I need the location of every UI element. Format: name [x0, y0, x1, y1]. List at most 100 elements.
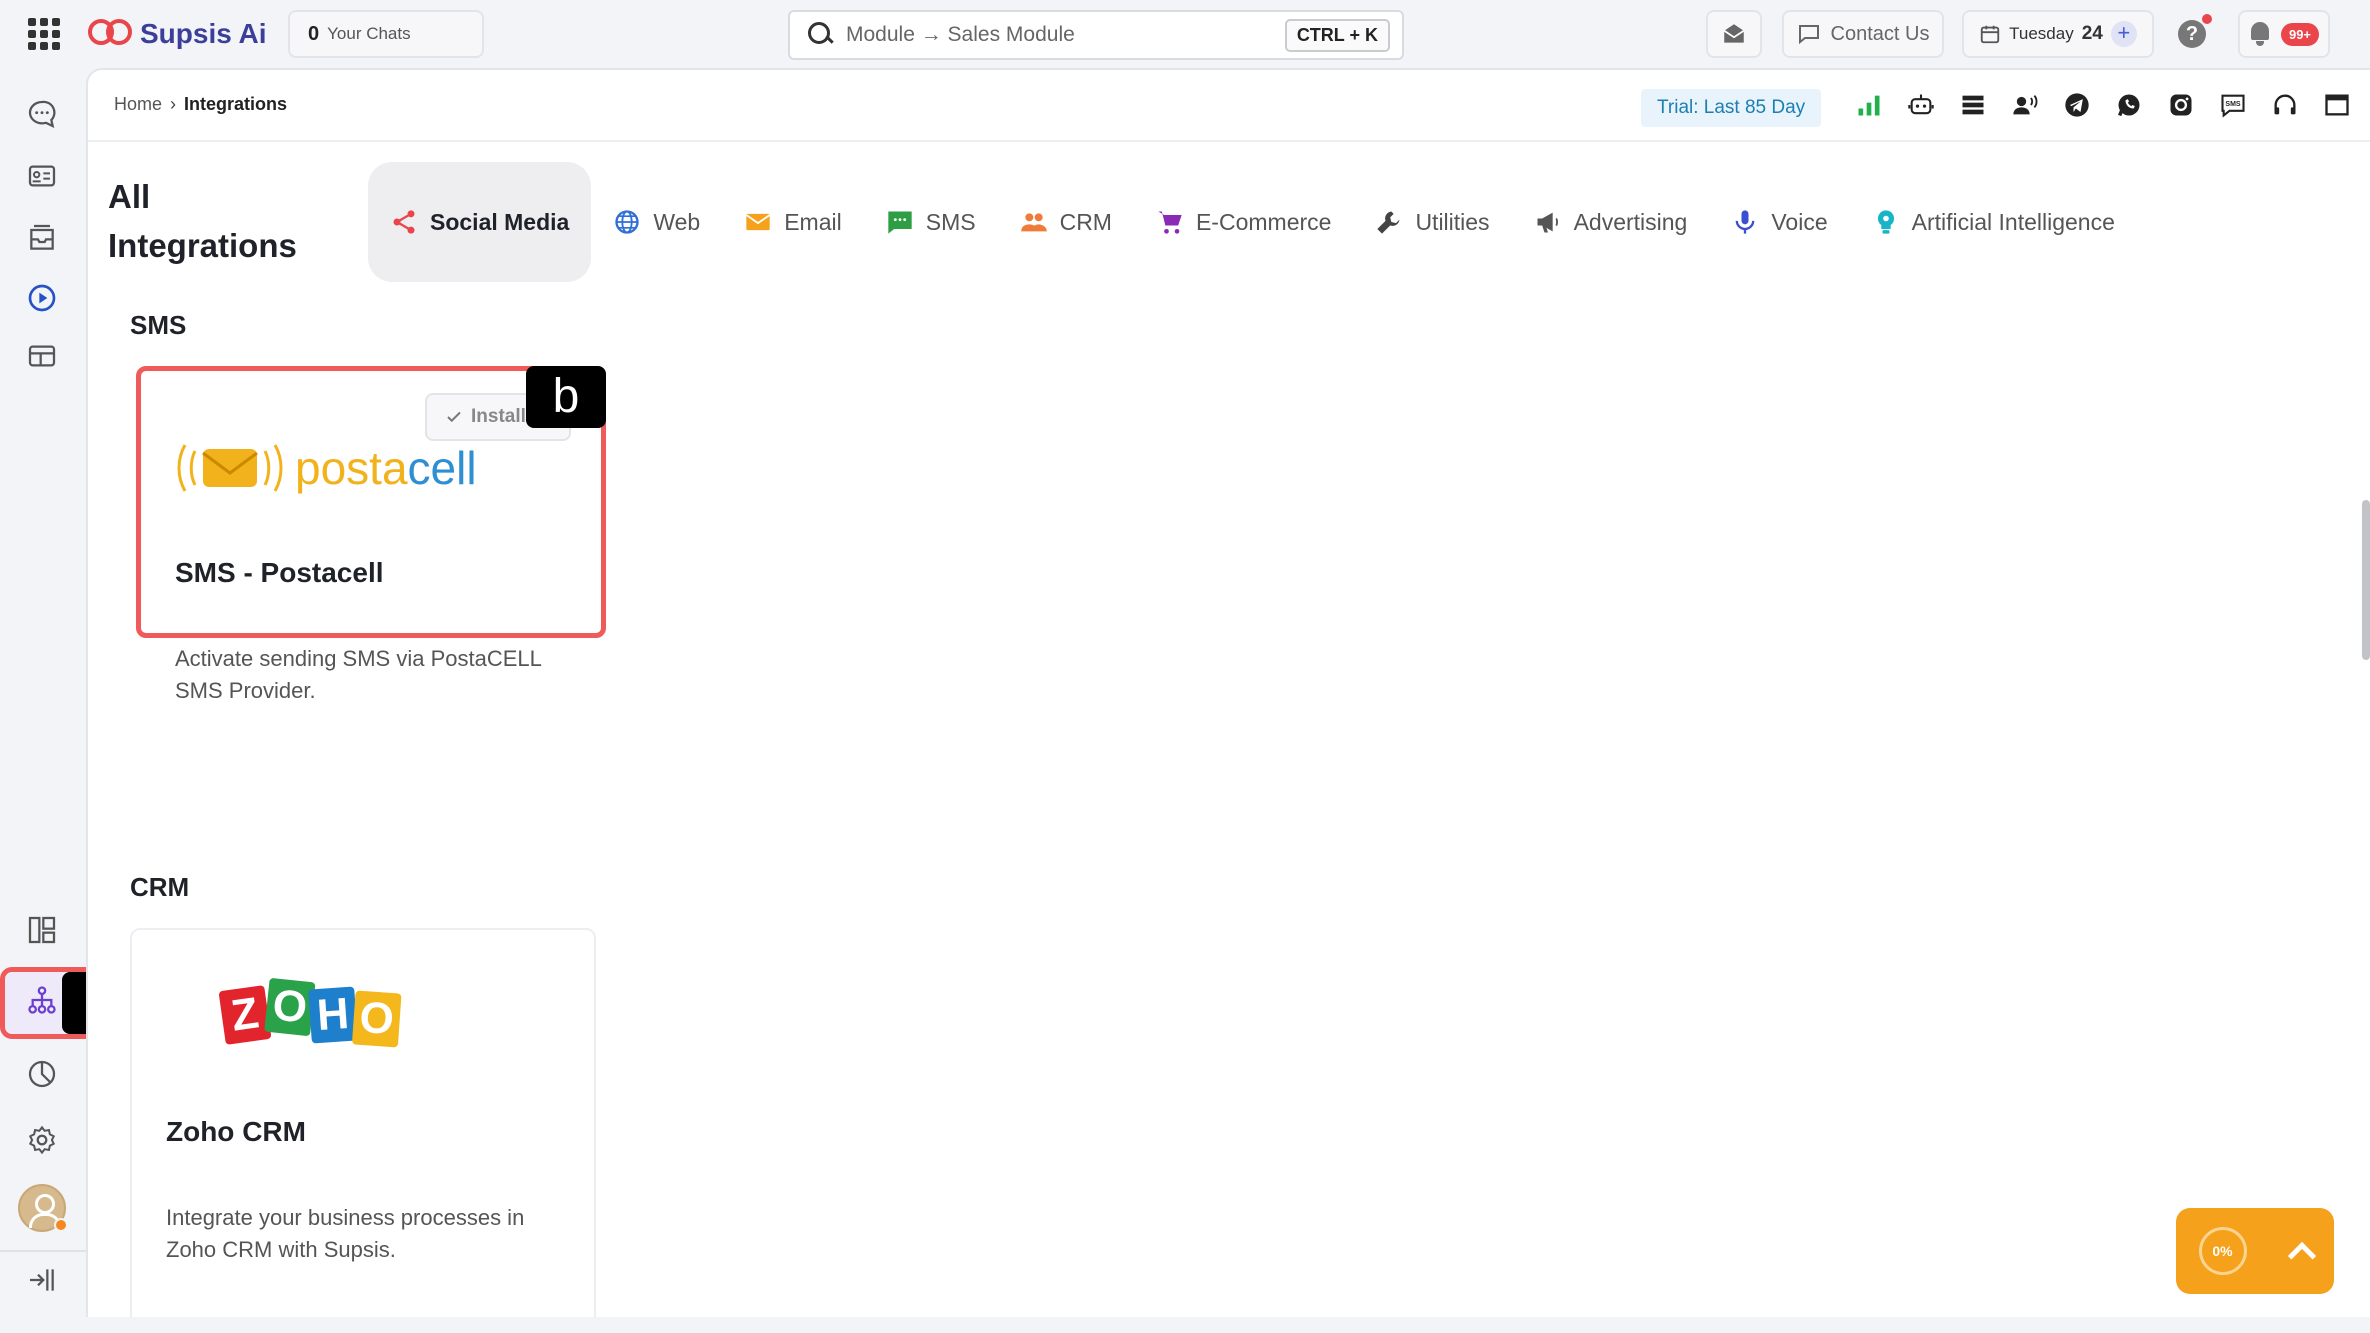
- your-chats-button[interactable]: 0 Your Chats: [288, 10, 484, 58]
- mail-button[interactable]: [1706, 10, 1762, 58]
- tab-utilities[interactable]: Utilities: [1353, 162, 1511, 282]
- wrench-icon: [1377, 211, 1400, 234]
- zoho-letter: O: [264, 977, 316, 1037]
- sidebar-chats-icon[interactable]: [22, 94, 62, 134]
- contact-us-button[interactable]: Contact Us: [1782, 10, 1944, 58]
- envelope-icon: [746, 213, 771, 231]
- calendar-icon: [1980, 25, 2000, 44]
- chevron-up-icon[interactable]: [2287, 1241, 2316, 1271]
- instagram-icon[interactable]: [2166, 90, 2196, 120]
- tab-email[interactable]: Email: [722, 162, 864, 282]
- tab-label: Artificial Intelligence: [1911, 208, 2115, 235]
- left-sidebar: a: [0, 68, 142, 1333]
- telegram-icon[interactable]: [2062, 90, 2092, 120]
- card-description: Integrate your business processes in Zoh…: [166, 1205, 525, 1262]
- module-search[interactable]: CTRL + K: [788, 10, 1404, 60]
- contact-us-label: Contact Us: [1830, 22, 1930, 45]
- date-day: Tuesday: [2009, 24, 2074, 43]
- window-icon[interactable]: [2322, 90, 2352, 120]
- megaphone-icon: [1537, 212, 1558, 233]
- brand-mark-icon: [88, 17, 134, 51]
- brand-logo[interactable]: Supsis Ai: [88, 14, 267, 54]
- notifications-button[interactable]: 99+: [2238, 10, 2330, 58]
- sidebar-reports-icon[interactable]: [22, 1054, 62, 1094]
- postacell-logo: postacell: [175, 435, 477, 501]
- tab-sms[interactable]: SMS: [864, 162, 998, 282]
- category-tabs: Social Media Web Email SMS CRM E-Commerc…: [368, 162, 2137, 282]
- breadcrumb-current: Integrations: [184, 94, 288, 114]
- ai-bulb-icon: [1877, 210, 1894, 234]
- tab-advertising[interactable]: Advertising: [1512, 162, 1710, 282]
- tab-voice[interactable]: Voice: [1709, 162, 1849, 282]
- tab-label: Web: [653, 208, 701, 235]
- postacell-logo-word-1: posta: [295, 442, 408, 494]
- card-title: SMS - Postacell: [175, 557, 384, 588]
- tab-e-commerce[interactable]: E-Commerce: [1134, 162, 1353, 282]
- page-title: All Integrations: [108, 178, 297, 264]
- tab-artificial-intelligence[interactable]: Artificial Intelligence: [1850, 162, 2137, 282]
- apps-grid-icon[interactable]: [28, 18, 60, 50]
- sidebar-divider: [0, 1250, 86, 1252]
- sidebar-collapse-icon[interactable]: [22, 1260, 62, 1300]
- status-dot: [54, 1218, 68, 1232]
- whatsapp-icon[interactable]: [2114, 90, 2144, 120]
- chats-label: Your Chats: [327, 24, 411, 43]
- tab-label: Advertising: [1573, 208, 1688, 235]
- voice-user-icon[interactable]: [2010, 90, 2040, 120]
- scrollbar-thumb[interactable]: [2362, 500, 2370, 660]
- tab-web[interactable]: Web: [591, 162, 722, 282]
- trial-badge[interactable]: Trial: Last 85 Day: [1641, 89, 1822, 127]
- sms-chat-icon[interactable]: SMS: [2218, 90, 2248, 120]
- sidebar-integrations-icon[interactable]: [22, 980, 62, 1020]
- bot-icon[interactable]: [1906, 90, 1936, 120]
- tab-label: Voice: [1771, 208, 1828, 235]
- postacell-logo-word-2: cell: [407, 442, 477, 494]
- help-button[interactable]: ?: [2170, 10, 2214, 58]
- add-event-icon[interactable]: +: [2110, 21, 2137, 47]
- install-label: Install: [471, 406, 526, 427]
- signal-icon[interactable]: [1854, 90, 1884, 120]
- search-input[interactable]: [846, 23, 1285, 47]
- microphone-icon: [1736, 210, 1755, 234]
- zoho-letter: Z: [218, 985, 272, 1045]
- notification-badge: 99+: [2280, 22, 2320, 46]
- people-icon: [1020, 213, 1047, 232]
- progress-fab[interactable]: 0%: [2176, 1208, 2334, 1294]
- sidebar-play-icon[interactable]: [22, 278, 62, 318]
- globe-icon: [615, 210, 639, 234]
- list-icon[interactable]: [1958, 90, 1988, 120]
- sidebar-settings-icon[interactable]: [22, 1120, 62, 1160]
- sidebar-dashboard-icon[interactable]: [22, 910, 62, 950]
- shortcut-badge: CTRL + K: [1284, 18, 1390, 52]
- chat-bubble-icon: [1798, 25, 1819, 45]
- zoho-letter: O: [351, 990, 402, 1048]
- user-avatar[interactable]: [18, 1184, 68, 1232]
- tab-social-media[interactable]: Social Media: [368, 162, 592, 282]
- sidebar-inbox-icon[interactable]: [22, 218, 62, 258]
- date-button[interactable]: Tuesday 24 +: [1962, 10, 2154, 58]
- tab-label: CRM: [1059, 208, 1112, 235]
- brand-name: Supsis Ai: [140, 18, 267, 49]
- sms-icon: [888, 211, 912, 234]
- card-description: Activate sending SMS via PostaCELL SMS P…: [175, 646, 542, 703]
- sidebar-window-icon[interactable]: [22, 336, 62, 376]
- svg-text:SMS: SMS: [2225, 101, 2241, 108]
- breadcrumb-separator: ›: [170, 94, 177, 114]
- tab-crm[interactable]: CRM: [998, 162, 1134, 282]
- cart-icon: [1158, 211, 1182, 234]
- section-heading-crm: CRM: [130, 872, 190, 902]
- sidebar-contacts-icon[interactable]: [22, 156, 62, 196]
- breadcrumb-bar: Home › Integrations Trial: Last 85 Day S…: [88, 70, 2370, 142]
- integration-card-zoho[interactable]: Z O H O Zoho CRM Integrate your business…: [130, 928, 596, 1317]
- tab-label: Email: [784, 208, 842, 235]
- search-icon: [806, 20, 836, 50]
- tab-label: Social Media: [430, 208, 570, 235]
- postacell-envelope-icon: [177, 444, 283, 492]
- tab-label: Utilities: [1415, 208, 1490, 235]
- bell-icon: [2249, 22, 2271, 46]
- tab-label: SMS: [925, 208, 976, 235]
- annotation-label-b: b: [526, 366, 606, 428]
- check-icon: [447, 411, 461, 423]
- breadcrumb-home[interactable]: Home: [114, 94, 162, 115]
- headset-icon[interactable]: [2270, 90, 2300, 120]
